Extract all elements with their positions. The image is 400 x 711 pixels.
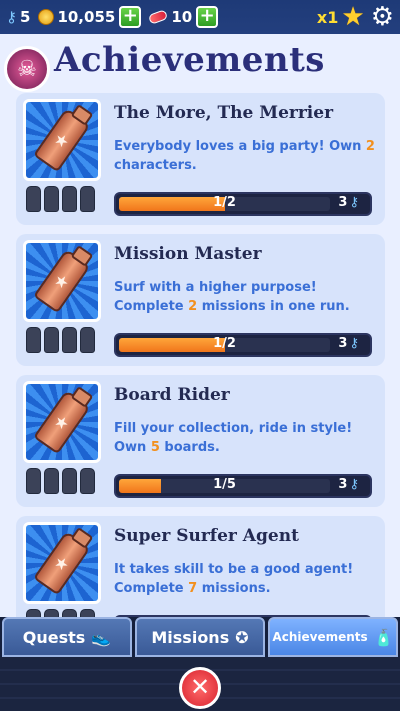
tier-can-icon bbox=[26, 468, 41, 494]
desc-text: missions in one run. bbox=[197, 299, 350, 314]
achievement-card: ★ Mission Master Surf with a higher purp… bbox=[16, 234, 385, 366]
star-icon[interactable]: ★ bbox=[341, 4, 364, 30]
achievement-badge: ★ bbox=[23, 99, 101, 181]
tab-missions[interactable]: Missions ✪ bbox=[135, 617, 265, 657]
add-boards-button[interactable]: + bbox=[196, 6, 219, 28]
coins-count: 10,055 bbox=[57, 8, 116, 26]
coins-counter: 10,055 + bbox=[38, 6, 142, 28]
keys-count: 5 bbox=[20, 8, 31, 26]
achievement-description: Surf with a higher purpose! Complete 2 m… bbox=[114, 278, 376, 316]
tier-can-icon bbox=[62, 186, 77, 212]
reward: 3 ⚷ bbox=[338, 195, 362, 210]
boards-count: 10 bbox=[171, 8, 193, 26]
achievement-badge: ★ bbox=[23, 381, 101, 463]
achievement-title: The More, The Merrier bbox=[114, 103, 334, 123]
achievement-card: ★ Board Rider Fill your collection, ride… bbox=[16, 375, 385, 507]
desc-highlight: 2 bbox=[365, 139, 375, 154]
coin-icon bbox=[38, 9, 55, 25]
desc-text: Everybody loves a big party! Own bbox=[114, 139, 366, 154]
spray-can-icon: ★ bbox=[33, 248, 91, 314]
key-icon: ⚷ bbox=[349, 195, 359, 210]
reward-count: 3 bbox=[338, 195, 348, 210]
tier-can-icon bbox=[62, 468, 77, 494]
desc-highlight: 5 bbox=[150, 440, 160, 455]
desc-text: boards. bbox=[159, 440, 220, 455]
page-title: Achievements bbox=[54, 40, 325, 80]
top-bar: ⚷ 5 10,055 + 10 + x1 ★ ⚙ bbox=[0, 0, 400, 34]
sneaker-icon: 👟 bbox=[91, 627, 112, 647]
reward: 3 ⚷ bbox=[338, 336, 362, 351]
achievement-list[interactable]: ★ The More, The Merrier Everybody loves … bbox=[16, 93, 385, 657]
spray-can-icon: ★ bbox=[33, 107, 91, 173]
score-multiplier: x1 bbox=[316, 7, 339, 27]
boards-counter: 10 + bbox=[148, 6, 219, 28]
reward-count: 3 bbox=[338, 336, 348, 351]
achievement-description: It takes skill to be a good agent! Compl… bbox=[114, 560, 376, 598]
tier-indicators bbox=[26, 186, 95, 212]
tier-can-icon bbox=[44, 186, 59, 212]
achievement-title: Mission Master bbox=[114, 244, 262, 264]
tier-can-icon bbox=[80, 186, 95, 212]
tab-achievements[interactable]: Achievements 🧴 bbox=[268, 617, 398, 657]
settings-gear-icon[interactable]: ⚙ bbox=[371, 4, 394, 30]
spray-can-icon: ★ bbox=[33, 530, 91, 596]
key-icon: ⚷ bbox=[349, 336, 359, 351]
desc-text: characters. bbox=[114, 158, 197, 173]
spray-can-icon: 🧴 bbox=[373, 627, 394, 647]
progress-text: 1/5 bbox=[213, 477, 236, 492]
tier-can-icon bbox=[44, 468, 59, 494]
add-coins-button[interactable]: + bbox=[119, 6, 142, 28]
bottom-tabs: Quests 👟 Missions ✪ Achievements 🧴 bbox=[0, 617, 400, 657]
tier-can-icon bbox=[44, 327, 59, 353]
desc-text: missions. bbox=[197, 581, 271, 596]
achievement-badge: ★ bbox=[23, 240, 101, 322]
desc-highlight: 7 bbox=[188, 581, 198, 596]
progress-panel: 1/5 3 ⚷ bbox=[114, 474, 372, 498]
tier-indicators bbox=[26, 468, 95, 494]
hoverboard-icon bbox=[148, 9, 169, 25]
star-badge-icon: ✪ bbox=[235, 627, 249, 647]
achievement-description: Everybody loves a big party! Own 2 chara… bbox=[114, 137, 376, 175]
tier-indicators bbox=[26, 327, 95, 353]
spray-can-icon: ★ bbox=[33, 389, 91, 455]
achievement-title: Board Rider bbox=[114, 385, 230, 405]
profile-avatar[interactable]: ☠ bbox=[4, 46, 50, 92]
tier-can-icon bbox=[26, 327, 41, 353]
achievement-card: ★ The More, The Merrier Everybody loves … bbox=[16, 93, 385, 225]
achievement-description: Fill your collection, ride in style! Own… bbox=[114, 419, 376, 457]
keys-counter: ⚷ 5 bbox=[6, 8, 30, 26]
achievement-badge: ★ bbox=[23, 522, 101, 604]
tier-can-icon bbox=[62, 327, 77, 353]
key-icon: ⚷ bbox=[6, 8, 17, 26]
key-icon: ⚷ bbox=[349, 477, 359, 492]
progress-panel: 1/2 3 ⚷ bbox=[114, 333, 372, 357]
tab-label: Quests bbox=[22, 627, 86, 647]
skull-icon: ☠ bbox=[17, 56, 37, 82]
close-button[interactable]: ✕ bbox=[179, 667, 221, 709]
progress-text: 1/2 bbox=[213, 336, 236, 351]
reward: 3 ⚷ bbox=[338, 477, 362, 492]
tier-can-icon bbox=[26, 186, 41, 212]
reward-count: 3 bbox=[338, 477, 348, 492]
tab-label: Achievements bbox=[272, 630, 368, 644]
progress-panel: 1/2 3 ⚷ bbox=[114, 192, 372, 216]
tier-can-icon bbox=[80, 468, 95, 494]
tab-quests[interactable]: Quests 👟 bbox=[2, 617, 132, 657]
desc-highlight: 2 bbox=[188, 299, 198, 314]
achievement-title: Super Surfer Agent bbox=[114, 526, 299, 546]
tab-label: Missions bbox=[151, 627, 230, 647]
progress-text: 1/2 bbox=[213, 195, 236, 210]
tier-can-icon bbox=[80, 327, 95, 353]
desc-text: Fill your collection, ride in style! Own bbox=[114, 421, 353, 455]
